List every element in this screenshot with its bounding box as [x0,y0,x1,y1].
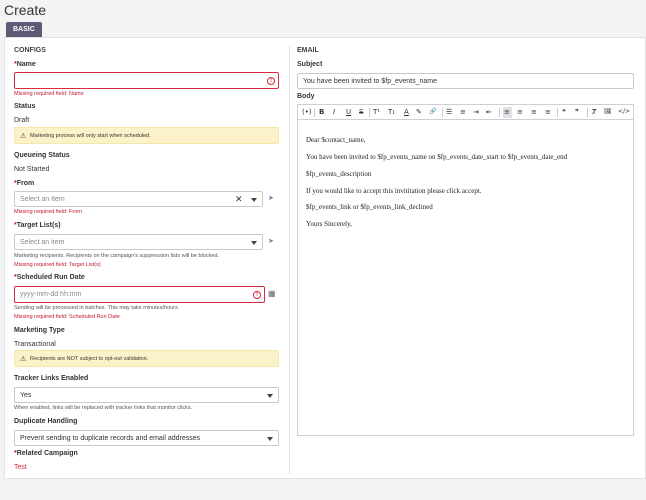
quote-close-button[interactable]: ❞ [575,107,579,117]
tracker-links-label: Tracker Links Enabled [14,375,89,382]
align-left-button[interactable]: ≡ [504,107,510,117]
justify-button[interactable]: ≡ [545,107,551,117]
toolbar-separator [442,108,443,117]
cursor-icon[interactable]: ➤ [268,195,274,202]
status-label: Status [14,103,36,110]
superscript-button[interactable]: T¹ [373,107,380,117]
marketing-type-label: Marketing Type [14,327,65,334]
toolbar-separator [499,108,500,117]
scheduled-run-date-help: Sending will be processed in batches. Th… [14,305,180,311]
body-line: Dear $contact_name, [306,136,366,144]
status-notice: ⚠ Marketing process will only start when… [14,127,279,144]
email-section-title: EMAIL [297,47,319,54]
chevron-down-icon[interactable] [251,241,257,245]
underline-button[interactable]: U [346,107,351,117]
font-color-button[interactable]: A [404,107,409,117]
warning-icon: ⚠ [20,133,27,140]
from-label: *From [14,180,35,187]
code-button[interactable]: </> [618,107,630,117]
status-value: Draft [14,117,30,124]
clear-icon[interactable]: ✕ [235,195,243,204]
name-error: Missing required field: Name [14,91,84,97]
image-icon[interactable]: 🖼 [604,107,612,117]
bullet-list-button[interactable]: ☰ [446,107,452,117]
bold-button[interactable]: B [319,107,324,117]
marketing-type-value: Transactional [14,341,56,348]
toolbar-separator [557,108,558,117]
chevron-down-icon[interactable] [251,198,257,202]
status-notice-text: Marketing process will only start when s… [30,133,151,139]
marketing-type-notice: ⚠ Recipients are NOT subject to opt-out … [14,350,279,367]
target-lists-error: Missing required field: Target List(s) [14,262,101,268]
subscript-button[interactable]: T₁ [388,107,395,117]
duplicate-handling-value: Prevent sending to duplicate records and… [20,435,201,442]
tracker-links-value: Yes [20,392,32,399]
target-lists-label: *Target List(s) [14,222,61,229]
tracker-links-select[interactable]: Yes [14,387,279,403]
source-icon[interactable]: (•) [302,107,312,117]
body-line: $fp_events_description [306,170,372,178]
from-select[interactable]: Select an Item ✕ [14,191,263,207]
page-title: Create [4,2,47,18]
email-body-editor[interactable]: Dear $contact_name, You have been invite… [297,120,634,436]
duplicate-handling-select[interactable]: Prevent sending to duplicate records and… [14,430,279,446]
scheduled-run-date-placeholder: yyyy-mm-dd hh:mm [20,291,82,298]
cursor-icon[interactable]: ➤ [268,238,274,245]
indent-button[interactable]: ⇥ [473,107,479,117]
align-right-button[interactable]: ≡ [531,107,537,117]
warning-icon: ⚠ [20,356,27,363]
configs-section-title: CONFIGS [14,47,46,54]
target-lists-help: Marketing recipients. Recipients on the … [14,253,219,259]
outdent-button[interactable]: ⇤ [486,107,492,117]
italic-button[interactable]: I [333,107,335,117]
toolbar-separator [587,108,588,117]
body-line: $fp_events_link or $fp_events_link_decli… [306,203,433,211]
subject-input[interactable]: You have been invited to $fp_events_name [297,73,634,89]
body-line: If you would like to accept this invitit… [306,187,482,195]
tab-basic[interactable]: BASIC [6,22,42,37]
align-center-button[interactable]: ≡ [517,107,523,117]
strikethrough-button[interactable]: S [359,107,363,117]
scheduled-run-date-label: *Scheduled Run Date [14,274,85,281]
scheduled-run-date-input[interactable]: yyyy-mm-dd hh:mm ! [14,286,265,303]
related-campaign-label: *Related Campaign [14,450,78,457]
name-label: *Name [14,61,36,68]
blockquote-button[interactable]: ❝ [562,107,566,117]
subject-label: Subject [297,61,323,68]
from-placeholder: Select an Item [20,196,65,203]
duplicate-handling-label: Duplicate Handling [14,418,78,425]
tracker-links-help: When enabled, links will be replaced wit… [14,405,193,411]
clear-format-button[interactable]: Ⱦ [592,107,596,117]
from-error: Missing required field: From [14,209,82,215]
column-divider [289,46,290,474]
error-icon: ! [267,77,275,85]
highlight-button[interactable]: ✎ [416,107,422,117]
name-input[interactable]: ! [14,72,279,89]
link-icon[interactable]: 🔗 [429,107,436,117]
calendar-icon[interactable]: ▦ [268,290,276,298]
target-lists-placeholder: Select an item [20,239,65,246]
scheduled-run-date-error: Missing required field: Scheduled Run Da… [14,314,120,320]
editor-toolbar: (•) B I U S T¹ T₁ A ✎ 🔗 ☰ ≡ ⇥ ⇤ ≡ ≡ ≡ ≡ … [297,104,634,120]
queueing-status-label: Queueing Status [14,152,70,159]
numbered-list-button[interactable]: ≡ [460,107,466,117]
toolbar-separator [314,108,315,117]
chevron-down-icon[interactable] [267,394,273,398]
queueing-status-value: Not Started [14,166,50,173]
chevron-down-icon[interactable] [267,437,273,441]
toolbar-separator [369,108,370,117]
target-lists-select[interactable]: Select an item [14,234,263,250]
related-campaign-link[interactable]: Test [14,464,27,471]
body-line: You have been invited to $fp_events_name… [306,153,568,161]
error-icon: ! [253,291,261,299]
marketing-type-notice-text: Recipients are NOT subject to opt-out va… [30,356,149,362]
subject-value: You have been invited to $fp_events_name [303,78,438,85]
body-label: Body [297,93,315,100]
body-line: Yours Sincerely, [306,220,352,228]
